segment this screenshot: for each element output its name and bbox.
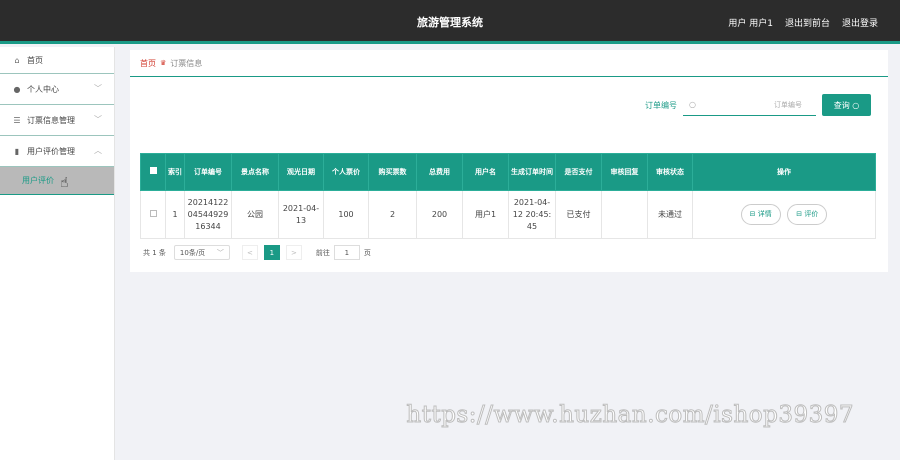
hand-cursor-icon: ☝ [60, 175, 69, 191]
sidebar-item-home[interactable]: ⌂ 首页 [0, 47, 114, 74]
cell-spot: 公园 [231, 190, 279, 239]
prev-page-button[interactable]: < [241, 245, 258, 260]
home-icon: ⌂ [14, 55, 20, 65]
select-all-checkbox[interactable] [140, 153, 166, 191]
time-line: 12 20:45: [512, 209, 552, 219]
cell-index: 1 [165, 190, 185, 239]
column-header: 审核状态 [647, 153, 693, 191]
sidebar-item-personal-center[interactable]: ● 个人中心 ﹀ [0, 74, 114, 105]
order-no-line: 20214122 [187, 197, 229, 207]
orders-table: 索引 订单编号 景点名称 观光日期 个人票价 购买票数 总费用 用户名 生成订单… [140, 153, 876, 239]
column-header: 景点名称 [231, 153, 279, 191]
review-button[interactable]: ⊟ 评价 [787, 204, 828, 225]
breadcrumb: 首页 ♛ 订票信息 [130, 50, 888, 77]
row-checkbox[interactable] [140, 190, 166, 239]
column-header: 用户名 [462, 153, 509, 191]
column-header: 审核回复 [601, 153, 648, 191]
goto-page-input[interactable]: 1 [333, 245, 360, 260]
sidebar: ⌂ 首页 ● 个人中心 ﹀ ☰ 订票信息管理 ﹀ ▮ 用户评价管理 ︿ 用户评价… [0, 47, 115, 460]
cell-count: 2 [368, 190, 417, 239]
detail-button[interactable]: ⊟ 详情 [740, 204, 781, 225]
sidebar-item-label: 首页 [27, 55, 43, 65]
chevron-down-icon: ﹀ [94, 84, 102, 93]
column-header: 索引 [165, 153, 185, 191]
person-icon: ● [13, 84, 21, 94]
current-user[interactable]: 用户 用户1 [728, 16, 773, 29]
cell-user: 用户1 [462, 190, 509, 239]
search-icon: ○ [849, 100, 860, 110]
sidebar-item-review-management[interactable]: ▮ 用户评价管理 ︿ [0, 136, 114, 167]
page-size-value: 10条/页 [179, 248, 206, 257]
order-no-line: 16344 [195, 221, 221, 231]
order-no-line: 04544929 [187, 209, 229, 219]
cell-reply [601, 190, 648, 239]
table-row: 1 20214122 04544929 16344 公园 2021-04- 13… [140, 190, 876, 239]
sidebar-item-label: 用户评价管理 [27, 146, 75, 156]
chevron-up-icon: ︿ [94, 146, 102, 155]
search-label: 订单编号 [645, 100, 677, 110]
column-header: 个人票价 [323, 153, 369, 191]
table-header-row: 索引 订单编号 景点名称 观光日期 个人票价 购买票数 总费用 用户名 生成订单… [140, 153, 876, 191]
header-links: 用户 用户1 退出到前台 退出登录 [728, 16, 878, 29]
column-header: 生成订单时间 [508, 153, 556, 191]
review-button-label: 评价 [804, 210, 819, 218]
sidebar-subitem-user-review[interactable]: 用户评价 ☝ [0, 167, 114, 195]
page-unit-label: 页 [363, 248, 371, 257]
logout-link[interactable]: 退出登录 [842, 16, 878, 29]
main-panel: 首页 ♛ 订票信息 订单编号 ○ 订单编号 查询 ○ 索引 订单编号 景点名称 … [130, 50, 888, 272]
search-button[interactable]: 查询 ○ [822, 94, 871, 116]
time-line: 45 [526, 221, 538, 231]
watermark-text: https://www.huzhan.com/ishop39397 [406, 402, 854, 429]
top-bar: 旅游管理系统 用户 用户1 退出到前台 退出登录 [0, 0, 900, 44]
search-bar: 订单编号 ○ 订单编号 查询 ○ [645, 94, 871, 116]
column-header: 是否支付 [555, 153, 602, 191]
column-header: 操作 [692, 153, 876, 191]
pagination: 共 1 条 10条/页 ﹀ < 1 > 前往 1 页 [143, 245, 371, 260]
date-line: 13 [295, 215, 307, 225]
cell-status: 未通过 [647, 190, 693, 239]
column-header: 观光日期 [278, 153, 324, 191]
time-line: 2021-04- [513, 197, 551, 207]
order-no-search-input[interactable]: ○ 订单编号 [683, 94, 816, 116]
cell-price: 100 [323, 190, 369, 239]
chevron-down-icon: ﹀ [94, 115, 102, 124]
cell-total: 200 [416, 190, 463, 239]
sidebar-item-label: 个人中心 [27, 84, 59, 94]
column-header: 总费用 [416, 153, 463, 191]
search-button-label: 查询 [833, 100, 850, 110]
sidebar-item-ticket-management[interactable]: ☰ 订票信息管理 ﹀ [0, 105, 114, 136]
breadcrumb-current: 订票信息 [170, 58, 203, 68]
search-placeholder: 订单编号 [774, 100, 802, 109]
column-header: 订单编号 [184, 153, 232, 191]
cell-paid: 已支付 [555, 190, 602, 239]
chart-icon: ▮ [14, 146, 20, 156]
detail-button-label: 详情 [757, 210, 772, 218]
goto-label: 前往 [315, 248, 330, 257]
chevron-down-icon: ﹀ [216, 248, 224, 257]
detail-icon: ⊟ [749, 210, 758, 218]
sidebar-item-label: 订票信息管理 [27, 115, 75, 125]
sliders-icon: ☰ [13, 115, 21, 125]
breadcrumb-home[interactable]: 首页 [140, 58, 156, 69]
back-to-front-link[interactable]: 退出到前台 [785, 16, 830, 29]
cell-date: 2021-04- 13 [278, 190, 324, 239]
breadcrumb-separator-icon: ♛ [160, 59, 167, 67]
cell-time: 2021-04- 12 20:45: 45 [508, 190, 556, 239]
cell-actions: ⊟ 详情 ⊟ 评价 [692, 190, 876, 239]
sidebar-subitem-label: 用户评价 [22, 176, 54, 185]
next-page-button[interactable]: > [285, 245, 302, 260]
column-header: 购买票数 [368, 153, 417, 191]
cell-order-no: 20214122 04544929 16344 [184, 190, 232, 239]
total-count: 共 1 条 [143, 248, 166, 257]
search-icon: ○ [689, 100, 696, 109]
page-size-select[interactable]: 10条/页 ﹀ [173, 245, 230, 260]
page-number-button[interactable]: 1 [263, 245, 280, 260]
date-line: 2021-04- [282, 203, 320, 213]
